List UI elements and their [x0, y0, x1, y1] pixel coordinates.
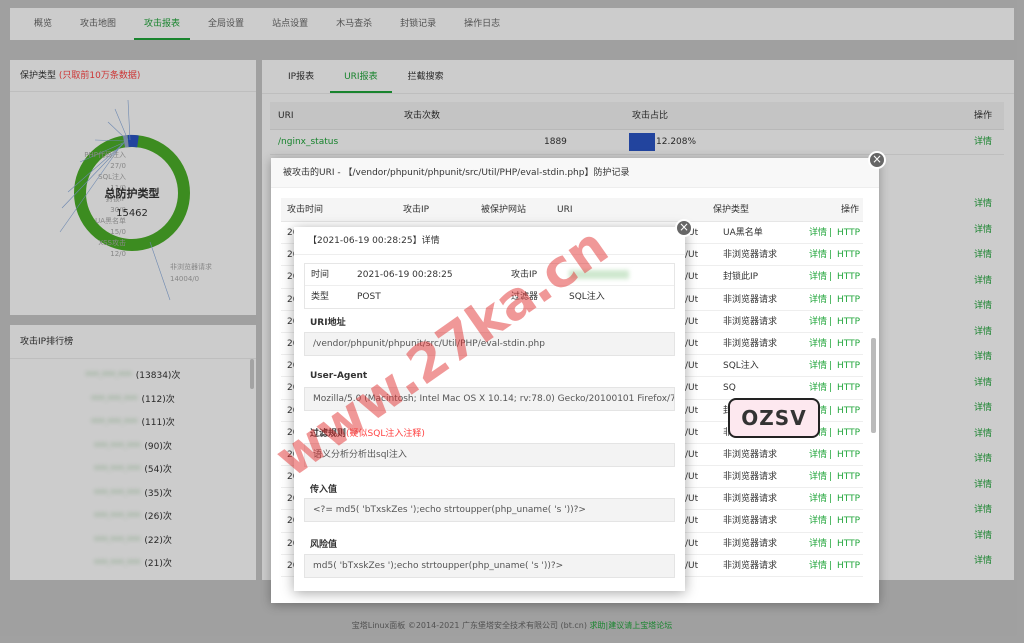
record-http-link[interactable]: HTTP [837, 400, 860, 422]
record-uri: /Ut [685, 338, 699, 349]
record-protect-type: 非浏览器请求 [723, 472, 778, 483]
uri-section-label: URI地址 [310, 318, 346, 328]
dialog1-table-header: 攻击时间 攻击IP 被保护网站 URI 保护类型 操作 [281, 198, 863, 222]
input-field: <?= md5( 'bTxskZes ');echo strtoupper(ph… [304, 498, 675, 522]
record-detail-link[interactable]: 详情 [809, 289, 827, 311]
record-op-separator: | [829, 383, 833, 394]
record-uri: /Ut [685, 405, 699, 416]
record-op-separator: | [829, 405, 833, 416]
record-op-separator: | [829, 449, 833, 460]
record-detail-link[interactable]: 详情 [809, 266, 827, 288]
record-http-link[interactable]: HTTP [837, 333, 860, 355]
record-protect-type: SQL注入 [723, 361, 759, 372]
record-uri: /Ut [685, 560, 699, 571]
record-http-link[interactable]: HTTP [837, 555, 860, 577]
record-http-link[interactable]: HTTP [837, 311, 860, 333]
dialog1-close-button[interactable]: × [868, 151, 886, 169]
record-http-link[interactable]: HTTP [837, 533, 860, 555]
dialog1-scrollbar[interactable] [871, 338, 876, 433]
record-op-separator: | [829, 361, 833, 372]
dialog1-title: 被攻击的URI - 【/vendor/phpunit/phpunit/src/U… [271, 158, 879, 188]
record-detail-link[interactable]: 详情 [809, 333, 827, 355]
d1-col-time: 攻击时间 [287, 205, 324, 215]
record-protect-type: 非浏览器请求 [723, 516, 778, 527]
record-uri: /Ut [685, 449, 699, 460]
record-protect-type: SQ [723, 383, 736, 394]
risk-field: md5( 'bTxskZes ');echo strtoupper(php_un… [304, 554, 675, 578]
record-http-link[interactable]: HTTP [837, 222, 860, 244]
watermark-logo: OZSV [728, 398, 820, 438]
record-http-link[interactable]: HTTP [837, 377, 860, 399]
record-http-link[interactable]: HTTP [837, 510, 860, 532]
record-http-link[interactable]: HTTP [837, 466, 860, 488]
record-protect-type: 封锁此IP [723, 272, 759, 283]
record-uri: /Ut [685, 472, 699, 483]
record-detail-link[interactable]: 详情 [809, 244, 827, 266]
d1-col-ip: 攻击IP [403, 205, 430, 215]
record-uri: /Ut [685, 516, 699, 527]
record-uri: /Ut [685, 494, 699, 505]
record-protect-type: 非浏览器请求 [723, 494, 778, 505]
record-op-separator: | [829, 516, 833, 527]
record-http-link[interactable]: HTTP [837, 355, 860, 377]
record-op-separator: | [829, 272, 833, 283]
record-http-link[interactable]: HTTP [837, 244, 860, 266]
record-op-separator: | [829, 538, 833, 549]
record-detail-link[interactable]: 详情 [809, 311, 827, 333]
record-protect-type: 非浏览器请求 [723, 538, 778, 549]
type-value: POST [357, 292, 381, 302]
record-detail-link[interactable]: 详情 [809, 555, 827, 577]
record-detail-link[interactable]: 详情 [809, 488, 827, 510]
input-section-label: 传入值 [310, 485, 338, 495]
record-http-link[interactable]: HTTP [837, 488, 860, 510]
type-label: 类型 [311, 292, 330, 302]
record-op-separator: | [829, 228, 833, 238]
record-protect-type: UA黑名单 [723, 228, 763, 238]
record-uri: /Ut [685, 316, 699, 327]
record-op-separator: | [829, 560, 833, 571]
record-protect-type: 非浏览器请求 [723, 316, 778, 327]
record-uri: /Ut [685, 250, 699, 261]
record-uri: /Ut [685, 361, 699, 372]
record-op-separator: | [829, 338, 833, 349]
record-protect-type: 非浏览器请求 [723, 449, 778, 460]
record-detail-link[interactable]: 详情 [809, 355, 827, 377]
d1-col-type: 保护类型 [713, 205, 750, 215]
record-protect-type: 非浏览器请求 [723, 560, 778, 571]
record-detail-link[interactable]: 详情 [809, 466, 827, 488]
record-http-link[interactable]: HTTP [837, 422, 860, 444]
time-label: 时间 [311, 270, 330, 280]
record-detail-link[interactable]: 详情 [809, 377, 827, 399]
risk-section-label: 风险值 [310, 540, 338, 550]
record-detail-link[interactable]: 详情 [809, 444, 827, 466]
record-uri: /Ut [685, 538, 699, 549]
record-detail-link[interactable]: 详情 [809, 510, 827, 532]
record-uri: /Ut [685, 272, 699, 283]
record-op-separator: | [829, 250, 833, 261]
d1-col-site: 被保护网站 [481, 205, 527, 215]
record-op-separator: | [829, 472, 833, 483]
record-op-separator: | [829, 294, 833, 305]
record-op-separator: | [829, 316, 833, 327]
record-uri: /Ut [685, 427, 699, 438]
d1-col-op: 操作 [841, 205, 860, 215]
record-http-link[interactable]: HTTP [837, 266, 860, 288]
record-detail-link[interactable]: 详情 [809, 533, 827, 555]
record-detail-link[interactable]: 详情 [809, 222, 827, 244]
record-http-link[interactable]: HTTP [837, 289, 860, 311]
record-protect-type: 非浏览器请求 [723, 294, 778, 305]
record-uri: /Ut [685, 383, 699, 394]
d1-col-uri: URI [557, 205, 573, 215]
record-op-separator: | [829, 494, 833, 505]
dialog2-close-button[interactable]: × [675, 219, 693, 237]
record-uri: /Ut [685, 294, 699, 305]
record-op-separator: | [829, 427, 833, 438]
record-protect-type: 非浏览器请求 [723, 338, 778, 349]
record-http-link[interactable]: HTTP [837, 444, 860, 466]
time-value: 2021-06-19 00:28:25 [357, 270, 453, 280]
dialog2-title: 【2021-06-19 00:28:25】详情 [294, 227, 685, 255]
record-protect-type: 非浏览器请求 [723, 250, 778, 261]
